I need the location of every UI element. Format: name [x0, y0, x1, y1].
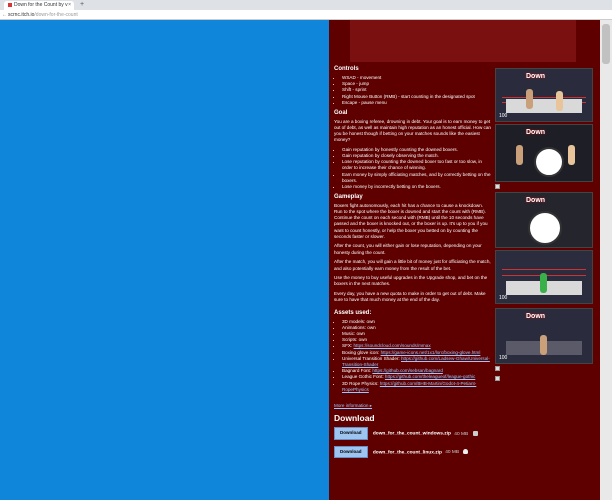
more-information-link[interactable]: More information ▸ [334, 403, 372, 408]
screenshot-3[interactable]: Down [495, 192, 593, 248]
hud-counter: 100 [499, 295, 508, 301]
sfx-link[interactable]: https://soundcloud.com/sounds/mmax [354, 343, 431, 348]
tab-title: Down for the Count by v [14, 2, 68, 8]
game-title-text: Down [526, 73, 546, 80]
boxer [540, 335, 547, 355]
description: Controls WSAD - movement Space - jump Sh… [334, 66, 492, 458]
game-title-text: Down [526, 197, 546, 204]
hud-counter: 100 [499, 113, 508, 119]
url-path: /down-for-the-count [34, 12, 78, 18]
list-item: Lose money by incorrectly betting on the… [342, 184, 492, 190]
league-gothic-link[interactable]: https://github.com/theleagueof/league-go… [385, 374, 475, 379]
boxer [516, 145, 523, 165]
gameplay-paragraph: Boxers fight autonomously, each hit has … [334, 202, 488, 239]
goal-list: Gain reputation by honestly counting the… [334, 147, 492, 190]
back-arrow-icon[interactable]: ← [2, 11, 7, 19]
file-size: 40 MB [454, 431, 469, 437]
stopwatch-icon [528, 211, 562, 245]
new-tab-button[interactable]: + [80, 1, 84, 9]
screenshot-5[interactable]: Down 100 [495, 308, 593, 364]
image-thumbnail-icon[interactable] [495, 184, 500, 189]
list-item: Universal Transition Shader: https://git… [342, 356, 492, 368]
boxing-ring [506, 99, 582, 113]
bagnard-font-link[interactable]: https://github.com/sebsan/bagnard [372, 368, 442, 373]
game-title-text: Down [526, 313, 546, 320]
hud-counter: 100 [499, 355, 508, 361]
controls-list: WSAD - movement Space - jump Shift - spr… [334, 75, 492, 106]
assets-heading: Assets used: [334, 309, 372, 316]
itchio-favicon-icon [8, 2, 12, 7]
download-heading: Download [334, 413, 375, 424]
list-item: Earn money by simply officiating matches… [342, 172, 492, 184]
boxer [568, 145, 575, 165]
address-bar[interactable]: ← scrnc.itch.io/down-for-the-count [0, 10, 612, 20]
goal-intro: You are a boxing referee, drowning in de… [334, 118, 491, 143]
image-thumbnail-icon[interactable] [495, 376, 500, 381]
list-item: Escape - pause menu [342, 100, 492, 106]
gameplay-paragraph: After the match, you will gain a little … [334, 259, 491, 271]
gameplay-heading: Gameplay [334, 193, 363, 200]
windows-icon [472, 431, 478, 437]
list-item: Lose reputation by counting the downed b… [342, 159, 492, 171]
linux-icon [463, 449, 469, 455]
glove-icon-link[interactable]: https://game-icons.net/1x1/lorc/boxing-g… [381, 350, 481, 355]
scrollbar-thumb[interactable] [602, 24, 610, 64]
game-title-text: Down [526, 129, 546, 136]
boxer [540, 273, 547, 293]
game-banner [350, 20, 576, 62]
controls-heading: Controls [334, 66, 359, 72]
stopwatch-icon [534, 147, 564, 177]
goal-heading: Goal [334, 109, 348, 116]
url-host: scrnc.itch.io [8, 12, 35, 18]
download-row-windows: Download down_for_the_count_windows.zip … [334, 427, 492, 440]
ring-rope [502, 97, 586, 98]
tab-bar: Down for the Count by v × + [0, 0, 612, 10]
assets-list: 3D models: own Animations: own Music: ow… [334, 319, 492, 393]
image-thumbnail-icon[interactable] [495, 366, 500, 371]
file-name: down_for_the_count_linux.zip [372, 450, 442, 456]
download-button-linux[interactable]: Download [334, 445, 368, 458]
screenshot-2[interactable]: Down [495, 124, 593, 182]
gameplay-paragraph: Every day, you have a new quota to make … [334, 291, 486, 303]
file-name: down_for_the_count_windows.zip [372, 431, 451, 437]
download-button-windows[interactable]: Download [334, 427, 368, 440]
ring-rope [502, 269, 586, 270]
screenshot-1[interactable]: Down 100 [495, 68, 593, 122]
scrollbar-track[interactable] [600, 20, 612, 500]
list-item: Right Mouse Button (RMB) - start countin… [342, 94, 492, 100]
boxer [526, 89, 533, 109]
tab-close-icon[interactable]: × [68, 1, 71, 10]
gameplay-paragraph: After the count, you will either gain or… [334, 243, 482, 255]
boxer [556, 91, 563, 111]
list-item: 3D Rope Physics: https://github.com/BHB-… [342, 381, 492, 393]
url-text[interactable]: scrnc.itch.io/down-for-the-count [8, 11, 78, 19]
file-size: 40 MB [445, 450, 460, 456]
gameplay-paragraph: Use the money to buy useful upgrades in … [334, 275, 488, 287]
screenshot-4[interactable]: 100 [495, 250, 593, 304]
browser-tab[interactable]: Down for the Count by v × [4, 1, 74, 10]
download-row-linux: Download down_for_the_count_linux.zip 40… [334, 445, 492, 458]
